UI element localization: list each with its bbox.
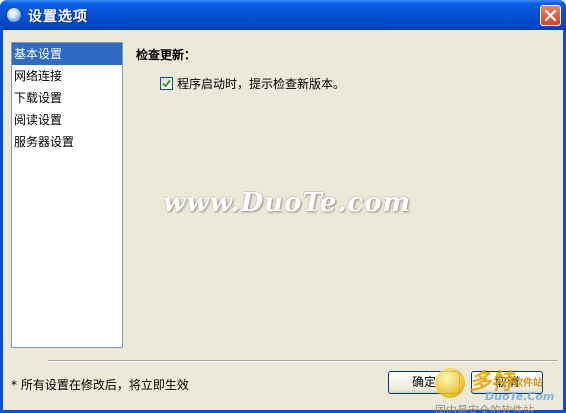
checkmark-icon [162, 79, 171, 88]
settings-window: 设置选项 基本设置 网络连接 下载设置 阅读设置 服务器设置 检查更新： 程序启… [0, 0, 566, 413]
close-icon [545, 10, 556, 21]
footer-note: * 所有设置在修改后，将立即生效 [11, 378, 189, 392]
brand-logo: 多特 软件站 DuoTe.Com 国内最安全的软件站 [435, 366, 565, 413]
nav-item-network[interactable]: 网络连接 [12, 65, 122, 87]
globe-icon [6, 7, 22, 23]
nav-item-reading[interactable]: 阅读设置 [12, 109, 122, 131]
check-update-checkbox[interactable] [160, 77, 173, 90]
settings-nav-list: 基本设置 网络连接 下载设置 阅读设置 服务器设置 [11, 42, 123, 348]
nav-item-basic[interactable]: 基本设置 [12, 43, 122, 65]
logo-badge-icon [435, 368, 465, 398]
footer-separator [48, 360, 558, 362]
title-bar[interactable]: 设置选项 [0, 0, 566, 30]
watermark-text: www.DuoTe.com [163, 188, 412, 218]
nav-item-download[interactable]: 下载设置 [12, 87, 122, 109]
check-update-label: 程序启动时，提示检查新版本。 [177, 77, 346, 91]
close-button[interactable] [540, 5, 561, 26]
check-update-option[interactable]: 程序启动时，提示检查新版本。 [160, 75, 345, 92]
dialog-body: 基本设置 网络连接 下载设置 阅读设置 服务器设置 检查更新： 程序启动时，提示… [3, 30, 565, 413]
check-update-heading: 检查更新： [136, 48, 197, 62]
logo-subtitle: 软件站 [513, 378, 543, 389]
nav-item-server[interactable]: 服务器设置 [12, 131, 122, 153]
window-title: 设置选项 [28, 9, 88, 25]
logo-tagline: 国内最安全的软件站 [435, 404, 534, 413]
